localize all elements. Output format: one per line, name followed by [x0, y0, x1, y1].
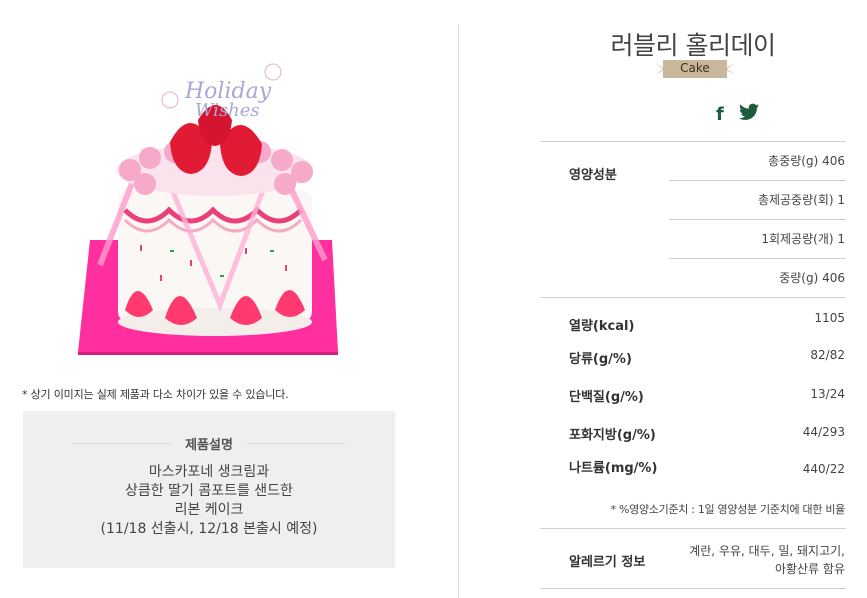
- description-text: 마스카포네 생크림과 상큼한 딸기 콤포트를 샌드한 리본 케이크 (11/18…: [23, 463, 395, 539]
- total-servings: 총제공중량(회) 1: [757, 193, 845, 207]
- allergy-label: 알레르기 정보: [569, 555, 646, 570]
- description-heading: 제품설명: [185, 437, 233, 453]
- calories-label: 열량(kcal): [569, 319, 635, 334]
- saturated-fat-value: 44/293: [802, 425, 845, 439]
- serving-size: 1회제공량(개) 1: [761, 232, 845, 246]
- protein-value: 13/24: [810, 387, 845, 401]
- net-weight: 중량(g) 406: [779, 271, 845, 285]
- nutrition-heading: 영양성분: [569, 168, 617, 183]
- saturated-fat-label: 포화지방(g/%): [569, 428, 656, 443]
- divider: [540, 588, 846, 589]
- divider: [669, 219, 846, 220]
- description-box: 제품설명 마스카포네 생크림과 상큼한 딸기 콤포트를 샌드한 리본 케이크 (…: [23, 411, 395, 568]
- divider: [540, 141, 846, 142]
- topper-text-2: Wishes: [195, 100, 260, 121]
- description-line: (11/18 선출시, 12/18 본출시 예정): [100, 521, 318, 537]
- description-line: 리본 케이크: [174, 502, 244, 518]
- sugar-value: 82/82: [810, 348, 845, 362]
- sugar-label: 당류(g/%): [569, 352, 632, 367]
- product-image: Holiday Wishes: [78, 63, 338, 355]
- facebook-icon[interactable]: f: [716, 104, 724, 125]
- description-heading-row: 제품설명: [73, 433, 345, 453]
- divider: [669, 180, 846, 181]
- product-title: 러블리 홀리데이: [610, 31, 776, 60]
- divider: [669, 258, 846, 259]
- divider: [540, 297, 846, 298]
- description-line: 마스카포네 생크림과: [148, 464, 270, 480]
- divider: [540, 528, 846, 529]
- nutrition-note: * %영양소기준치 : 1일 영양성분 기준치에 대한 비율: [610, 503, 846, 516]
- total-weight: 총중량(g) 406: [768, 154, 845, 168]
- heading-rule-left: [73, 442, 172, 444]
- calories-value: 1105: [814, 311, 845, 325]
- column-divider: [458, 24, 459, 598]
- description-line: 상큼한 딸기 콤포트를 샌드한: [125, 483, 293, 499]
- sodium-value: 440/22: [802, 462, 845, 476]
- category-label: Cake: [680, 61, 710, 75]
- twitter-icon[interactable]: [739, 103, 759, 121]
- heading-rule-right: [246, 442, 345, 444]
- allergy-value: 계란, 우유, 대두, 밀, 돼지고기, 아황산류 함유: [689, 544, 845, 576]
- protein-label: 단백질(g/%): [569, 390, 644, 405]
- image-disclaimer: * 상기 이미지는 실제 제품과 다소 차이가 있을 수 있습니다.: [22, 388, 289, 401]
- sodium-label: 나트륨(mg/%): [569, 461, 658, 476]
